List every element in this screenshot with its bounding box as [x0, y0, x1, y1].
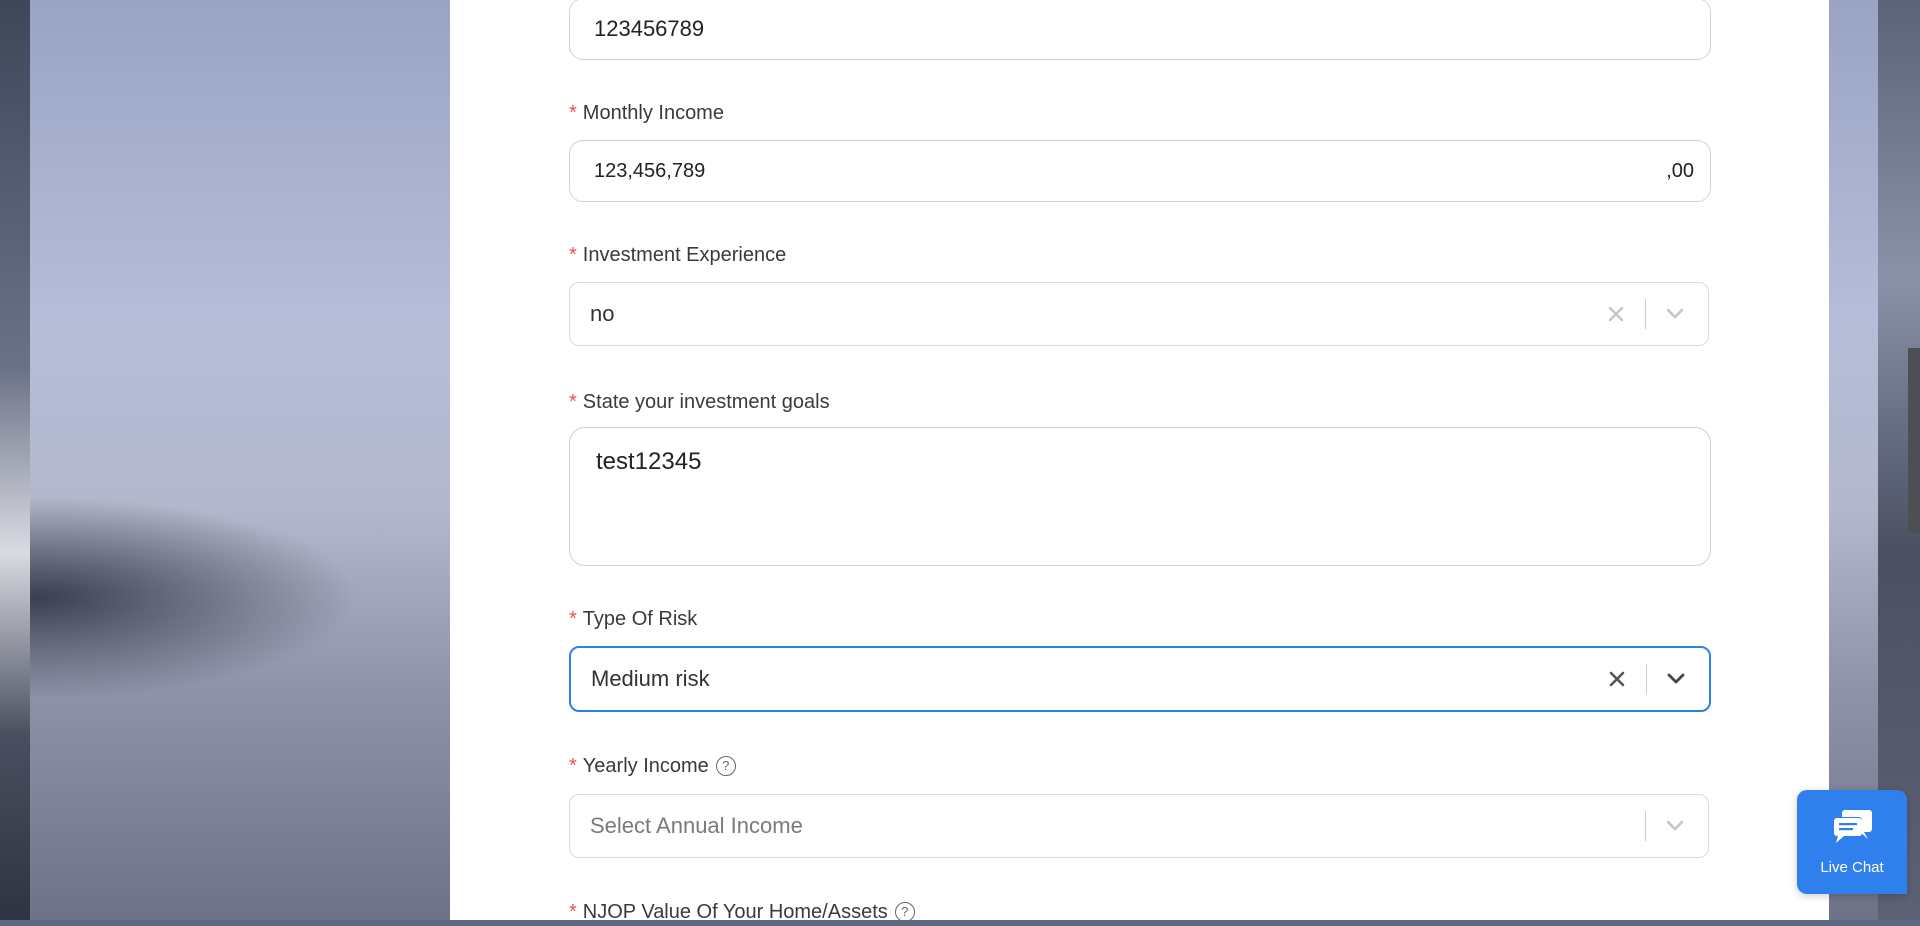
required-marker: *: [569, 102, 577, 124]
help-icon[interactable]: ?: [894, 902, 915, 922]
select-divider: [1644, 811, 1646, 841]
njop-value-label-text: NJOP Value Of Your Home/Assets: [582, 901, 888, 923]
investment-goals-value: test12345: [596, 448, 702, 475]
live-chat-button[interactable]: Live Chat: [1797, 790, 1907, 894]
chevron-down-icon[interactable]: [1662, 813, 1688, 839]
investment-experience-value: no: [590, 301, 615, 326]
required-marker: *: [569, 901, 577, 923]
chevron-down-icon[interactable]: [1663, 666, 1689, 692]
required-marker: *: [569, 608, 577, 630]
required-marker: *: [569, 391, 577, 413]
chevron-down-icon[interactable]: [1662, 301, 1688, 327]
investment-goals-block: * State your investment goals test12345: [569, 388, 1711, 566]
type-of-risk-label: * Type Of Risk: [569, 605, 1709, 633]
monthly-income-input[interactable]: 123,456,789 ,00: [569, 140, 1711, 202]
yearly-income-label: * Yearly Income ?: [569, 752, 1709, 780]
monthly-income-value: 123,456,789: [594, 159, 706, 182]
account-number-value: 123456789: [594, 16, 705, 41]
investment-experience-select[interactable]: no: [569, 282, 1709, 346]
yearly-income-placeholder: Select Annual Income: [590, 813, 803, 838]
njop-value-block: * NJOP Value Of Your Home/Assets ?: [569, 898, 1709, 926]
investment-experience-label-text: Investment Experience: [582, 244, 787, 266]
monthly-income-decimal-suffix: ,00: [1666, 159, 1694, 182]
select-divider: [1645, 664, 1647, 694]
investment-experience-block: * Investment Experience no: [569, 241, 1709, 346]
yearly-income-select[interactable]: Select Annual Income: [569, 794, 1709, 858]
select-divider: [1644, 299, 1646, 329]
type-of-risk-value: Medium risk: [591, 666, 710, 691]
help-icon[interactable]: ?: [715, 756, 736, 776]
investment-goals-label-text: State your investment goals: [582, 391, 830, 413]
required-marker: *: [569, 244, 577, 266]
live-chat-label: Live Chat: [1820, 859, 1884, 876]
clear-icon[interactable]: [1604, 666, 1630, 692]
investment-goals-textarea[interactable]: test12345: [569, 427, 1711, 566]
monthly-income-block: * Monthly Income 123,456,789 ,00: [569, 99, 1711, 202]
type-of-risk-block: * Type Of Risk Medium risk: [569, 605, 1711, 712]
required-marker: *: [569, 755, 577, 777]
yearly-income-label-text: Yearly Income: [582, 755, 709, 777]
investment-experience-label: * Investment Experience: [569, 241, 1709, 269]
njop-value-label: * NJOP Value Of Your Home/Assets ?: [569, 898, 1709, 926]
yearly-income-block: * Yearly Income ? Select Annual Income: [569, 752, 1709, 858]
monthly-income-label: * Monthly Income: [569, 99, 1709, 127]
investment-goals-label: * State your investment goals: [569, 388, 1709, 416]
account-number-input[interactable]: 123456789: [569, 0, 1711, 60]
type-of-risk-label-text: Type Of Risk: [582, 608, 698, 630]
account-number-block: 123456789: [569, 0, 1711, 60]
chat-bubbles-icon: [1830, 808, 1874, 849]
clear-icon[interactable]: [1603, 301, 1629, 327]
type-of-risk-select[interactable]: Medium risk: [569, 646, 1711, 712]
monthly-income-label-text: Monthly Income: [582, 102, 724, 124]
page-scrollbar[interactable]: [1908, 348, 1920, 533]
background-scenery-left: [0, 0, 30, 920]
